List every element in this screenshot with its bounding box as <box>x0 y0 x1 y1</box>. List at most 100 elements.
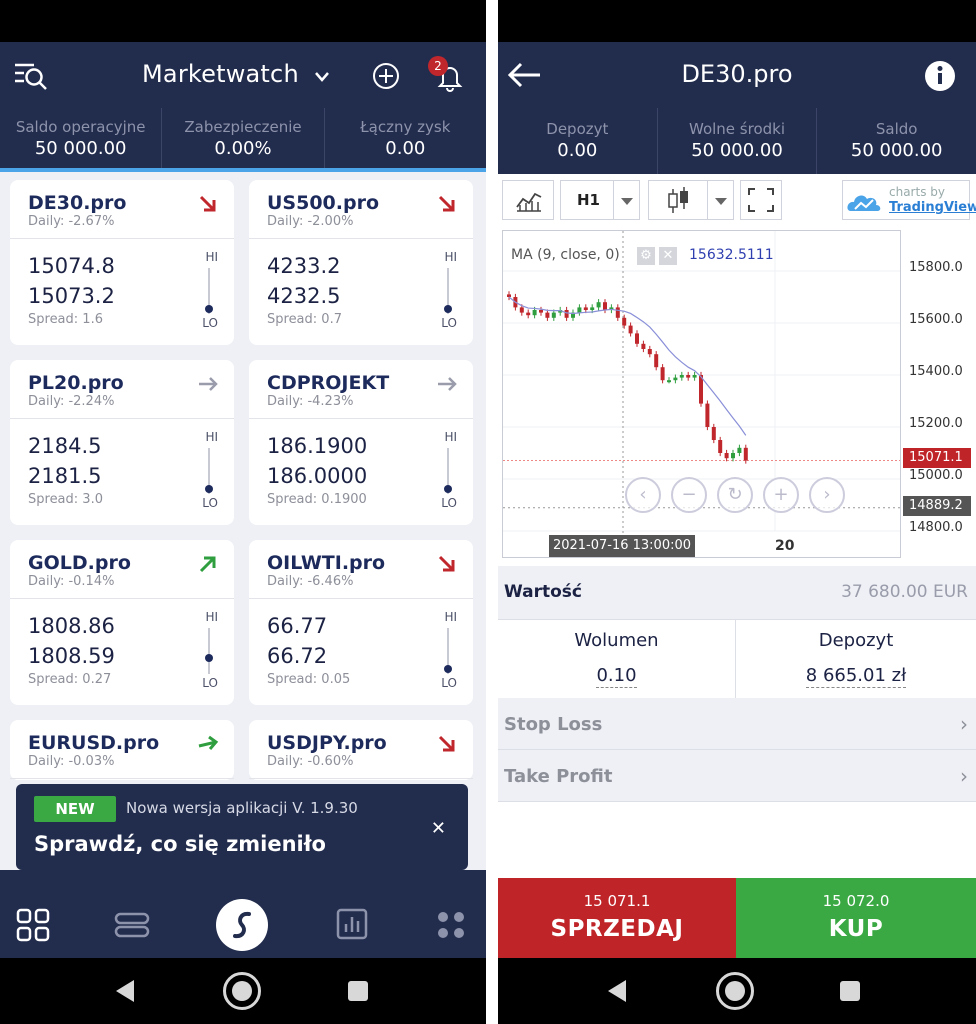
update-toast[interactable]: NEW Nowa wersja aplikacji V. 1.9.30 Spra… <box>16 784 468 870</box>
candle <box>628 325 633 334</box>
home-icon[interactable] <box>716 972 754 1010</box>
bid-price: 186.1900 <box>267 434 368 458</box>
chart-icon[interactable] <box>336 908 368 944</box>
spread: Spread: 1.6 <box>28 312 103 327</box>
instrument-card[interactable]: GOLD.pro Daily: -0.14% 1808.86 1808.59 Sprea… <box>10 540 234 705</box>
toast-version: Nowa wersja aplikacji V. 1.9.30 <box>126 799 358 817</box>
candle <box>526 312 531 316</box>
settings-gear-icon[interactable]: ⚙ <box>637 247 655 265</box>
reset-icon[interactable]: ↻ <box>717 477 753 513</box>
home-icon[interactable] <box>223 972 261 1010</box>
card-divider <box>249 598 473 599</box>
ask-price: 186.0000 <box>267 464 368 488</box>
timeframe-select[interactable]: H1 <box>560 180 640 220</box>
chevron-down-icon <box>715 198 727 205</box>
system-nav-bar <box>498 958 976 1024</box>
dropdown-divider <box>613 181 614 219</box>
daily-change: Daily: -0.60% <box>267 754 354 769</box>
last-price-label: 15071.1 <box>903 448 971 468</box>
card-divider <box>10 598 234 599</box>
instrument-card[interactable]: CDPROJEKT Daily: -4.23% 186.1900 186.0000 Sp… <box>249 360 473 525</box>
instrument-card[interactable]: OILWTI.pro Daily: -6.46% 66.77 66.72 Spread:… <box>249 540 473 705</box>
arrow-right-icon <box>196 372 220 396</box>
scroll-right-icon[interactable]: › <box>809 477 845 513</box>
arrow-down-right-icon <box>196 192 220 216</box>
back-icon[interactable] <box>608 980 626 1002</box>
y-tick-label: 14800.0 <box>909 520 963 535</box>
value-amount: 37 680.00 EUR <box>841 582 968 602</box>
candle <box>596 302 601 308</box>
summary-total-profit: Łączny zysk 0.00 <box>360 118 451 159</box>
buy-button[interactable]: 15 072.0 KUP <box>736 878 976 958</box>
recent-apps-icon[interactable] <box>348 981 368 1001</box>
grid-icon[interactable] <box>16 908 50 946</box>
crosshair-time-label: 2021-07-16 13:00:00 <box>549 535 695 557</box>
price-chart[interactable]: MA (9, close, 0) ⚙ ✕ 15632.5111 ‹ − ↻ + … <box>502 230 901 558</box>
zoom-out-icon[interactable]: − <box>671 477 707 513</box>
instrument-card[interactable]: PL20.pro Daily: -2.24% 2184.5 2181.5 Spread:… <box>10 360 234 525</box>
instrument-card[interactable]: EURUSD.pro Daily: -0.03% <box>10 720 234 780</box>
instrument-screen: DE30.pro Depozyt 0.00 Wolne środki 50 000.… <box>498 0 976 1024</box>
candle <box>660 367 665 381</box>
screen-gap <box>486 0 498 1024</box>
candle <box>679 375 684 378</box>
deposit-label: Depozyt <box>818 630 894 651</box>
back-icon[interactable] <box>116 980 134 1002</box>
chart-type-select[interactable] <box>648 180 734 220</box>
arrow-up-right-icon <box>196 732 220 756</box>
instrument-card[interactable]: US500.pro Daily: -2.00% 4233.2 4232.5 Spread… <box>249 180 473 345</box>
remove-indicator-icon[interactable]: ✕ <box>659 247 677 265</box>
instrument-card[interactable]: USDJPY.pro Daily: -0.60% <box>249 720 473 780</box>
zoom-in-icon[interactable]: + <box>763 477 799 513</box>
volume-value[interactable]: 0.10 <box>596 665 637 688</box>
marketwatch-header: Marketwatch 2 <box>0 42 486 108</box>
hi-label: HI <box>444 610 457 624</box>
add-icon[interactable] <box>372 62 400 94</box>
recent-apps-icon[interactable] <box>840 981 860 1001</box>
card-divider <box>249 238 473 239</box>
brand-logo-button[interactable] <box>216 899 268 951</box>
tradingview-logo[interactable]: charts by TradingView <box>842 180 976 220</box>
tradingview-cloud-icon <box>847 195 881 211</box>
page-title[interactable]: Marketwatch <box>142 60 299 88</box>
arrow-right-icon <box>435 372 459 396</box>
spread: Spread: 0.1900 <box>267 492 367 507</box>
fullscreen-button[interactable] <box>740 180 782 220</box>
instrument-card[interactable]: DE30.pro Daily: -2.67% 15074.8 15073.2 Sprea… <box>10 180 234 345</box>
layers-icon[interactable] <box>114 912 150 942</box>
buy-price: 15 072.0 <box>822 892 890 910</box>
indicators-button[interactable] <box>502 180 554 220</box>
status-bar <box>498 0 976 42</box>
info-icon[interactable] <box>924 60 956 96</box>
card-divider <box>249 778 473 779</box>
scroll-left-icon[interactable]: ‹ <box>625 477 661 513</box>
account-summary: Saldo operacyjne 50 000.00 Zabezpieczenie… <box>0 108 486 168</box>
take-profit-row[interactable]: Take Profit › <box>498 752 976 802</box>
close-icon[interactable]: ✕ <box>431 818 446 839</box>
daily-change: Daily: -2.24% <box>28 394 115 409</box>
candle <box>577 307 582 313</box>
chevron-right-icon: › <box>960 764 968 788</box>
search-filter-icon[interactable] <box>14 62 48 94</box>
more-icon[interactable] <box>436 910 466 944</box>
candle <box>615 307 620 318</box>
candle <box>737 447 742 453</box>
candle <box>590 307 595 310</box>
candle <box>622 317 627 326</box>
daily-change: Daily: -2.67% <box>28 214 115 229</box>
candle <box>507 294 511 297</box>
sell-label: SPRZEDAJ <box>550 916 684 942</box>
candle <box>635 333 639 344</box>
ask-price: 15073.2 <box>28 284 115 308</box>
arrow-down-right-icon <box>435 192 459 216</box>
volume-field[interactable]: Wolumen 0.10 <box>498 620 735 698</box>
new-badge: NEW <box>34 796 116 822</box>
stop-loss-row[interactable]: Stop Loss › <box>498 700 976 750</box>
candle <box>667 380 671 383</box>
marketwatch-screen: Marketwatch 2 Saldo operacyjne 50 000.00 … <box>0 0 486 1024</box>
sell-button[interactable]: 15 071.1 SPRZEDAJ <box>498 878 736 958</box>
candle <box>532 310 537 316</box>
chevron-down-icon[interactable] <box>314 68 330 87</box>
toast-message[interactable]: Sprawdź, co się zmieniło <box>34 832 326 856</box>
candle <box>654 354 659 368</box>
